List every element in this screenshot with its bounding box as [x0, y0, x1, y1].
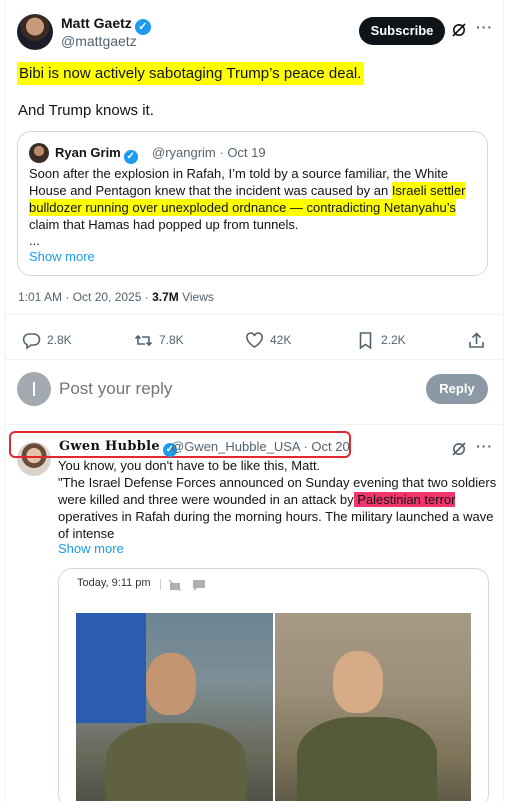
- blue-sign: [76, 613, 146, 723]
- reply-author-handle[interactable]: @Gwen_Hubble_USA · Oct 20: [171, 439, 350, 454]
- tweet-text-line2: And Trump knows it.: [18, 102, 154, 119]
- reply-input[interactable]: [59, 379, 359, 399]
- bookmark-icon: [356, 331, 375, 350]
- repost-action[interactable]: 7.8K: [134, 330, 184, 350]
- author-name[interactable]: Matt Gaetz ✓: [61, 15, 151, 35]
- embedded-screenshot-card[interactable]: Today, 9:11 pm: [58, 568, 489, 801]
- quoted-tweet[interactable]: Ryan Grim ✓ @ryangrim · Oct 19 Soon after…: [17, 131, 488, 276]
- grok-icon[interactable]: [451, 22, 467, 38]
- repost-count: 7.8K: [159, 333, 184, 347]
- soldier-photo-right[interactable]: [275, 613, 471, 801]
- share-icon: [467, 331, 486, 350]
- quoted-author-name-text: Ryan Grim: [55, 145, 121, 160]
- reply-author-name-text[interactable]: Gwen Hubble: [59, 439, 160, 454]
- more-icon[interactable]: ···: [476, 19, 493, 35]
- current-user-avatar: [17, 372, 51, 406]
- tweet-meta: 1:01 AM · Oct 20, 2025 · 3.7M Views: [18, 290, 214, 304]
- reply-text-line1: You know, you don't have to be like this…: [58, 458, 321, 473]
- card-divider: [160, 579, 161, 590]
- verified-badge-icon: ✓: [123, 150, 138, 164]
- soldier-uniform: [106, 723, 246, 801]
- divider: [5, 314, 503, 315]
- views-count: 3.7M: [152, 290, 179, 304]
- card-timestamp: Today, 9:11 pm: [77, 577, 151, 589]
- reply-author-name[interactable]: Gwen Hubble ✓: [59, 439, 177, 457]
- reply-icon: [22, 331, 41, 350]
- reply-text-body: "The Israel Defense Forces announced on …: [58, 474, 498, 542]
- show-more-link[interactable]: Show more: [58, 541, 124, 556]
- mute-icon: [168, 578, 182, 592]
- avatar[interactable]: [17, 14, 53, 50]
- like-count: 42K: [270, 333, 292, 347]
- views-label: Views: [178, 290, 214, 304]
- reply-text-part2: operatives in Rafah during the morning h…: [58, 509, 494, 541]
- show-more-link[interactable]: Show more: [29, 249, 95, 264]
- quoted-tweet-text: Soon after the explosion in Rafah, I’m t…: [29, 165, 479, 233]
- reply-button[interactable]: Reply: [426, 374, 488, 404]
- verified-badge-icon: ✓: [134, 19, 151, 35]
- more-icon[interactable]: ···: [476, 438, 493, 454]
- quoted-author-handle: @ryangrim · Oct 19: [152, 145, 266, 160]
- bookmark-count: 2.2K: [381, 333, 406, 347]
- subscribe-button[interactable]: Subscribe: [359, 17, 445, 45]
- bookmark-action[interactable]: 2.2K: [356, 330, 406, 350]
- soldier-uniform: [297, 717, 437, 801]
- author-handle[interactable]: @mattgaetz: [61, 33, 137, 49]
- tweet-text-line1: Bibi is now actively sabotaging Trump’s …: [17, 62, 365, 85]
- soldier-head: [333, 651, 383, 713]
- reply-action[interactable]: 2.8K: [22, 330, 72, 350]
- quoted-ellipsis: ...: [29, 233, 40, 248]
- timestamp[interactable]: 1:01 AM · Oct 20, 2025 ·: [18, 290, 152, 304]
- soldier-photo-left[interactable]: [76, 613, 273, 801]
- comment-icon: [193, 578, 205, 591]
- reply-text-highlight: Palestinian terror: [353, 492, 456, 507]
- quoted-author-name: Ryan Grim ✓: [55, 145, 138, 164]
- author-name-text[interactable]: Matt Gaetz: [61, 15, 132, 31]
- quoted-text-part1: Soon after the explosion in Rafah, I’m t…: [29, 166, 449, 198]
- divider: [5, 424, 503, 425]
- reply-tweet-text: You know, you don't have to be like this…: [58, 457, 498, 542]
- divider: [5, 359, 503, 360]
- heart-icon: [245, 331, 264, 350]
- like-action[interactable]: 42K: [245, 330, 291, 350]
- quoted-avatar: [29, 143, 49, 163]
- repost-icon: [134, 331, 153, 350]
- reply-count: 2.8K: [47, 333, 72, 347]
- timeline-column: Matt Gaetz ✓ @mattgaetz Subscribe ··· Bib…: [4, 0, 504, 801]
- quoted-text-part2: claim that Hamas had popped up from tunn…: [29, 217, 299, 232]
- grok-icon[interactable]: [451, 441, 467, 457]
- share-action[interactable]: [467, 330, 486, 350]
- soldier-head: [146, 653, 196, 715]
